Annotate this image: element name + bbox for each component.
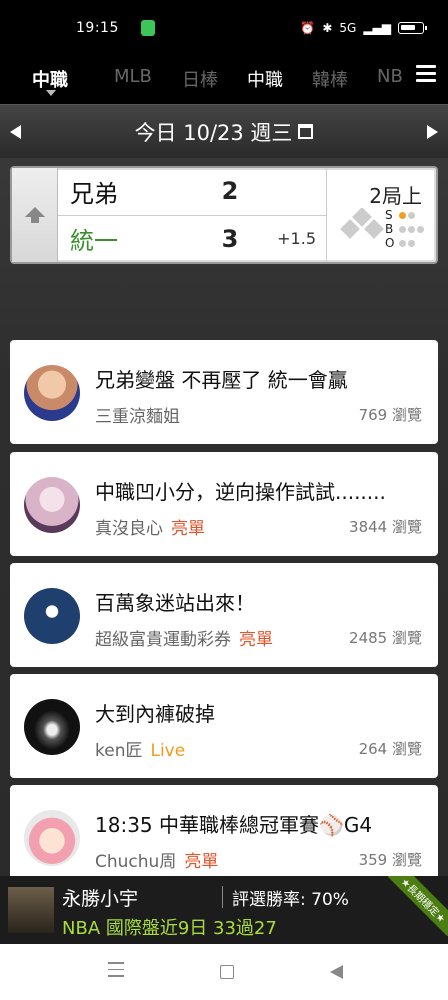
strike-dot-icon — [399, 211, 406, 219]
date-bar: 今日 10/23 週三 — [0, 104, 448, 158]
app-notification-icon — [140, 20, 155, 36]
active-tab-caret-icon — [46, 90, 56, 96]
post-card[interactable]: 兄弟變盤 不再壓了 統一會贏 三重涼麵姐 769 瀏覽 — [10, 340, 438, 444]
sbo-count: S B O — [385, 208, 424, 250]
tab-cpbl[interactable]: 中職 — [32, 66, 68, 92]
post-author[interactable]: 三重涼麵姐 — [95, 402, 180, 427]
status-time: 19:15 — [76, 20, 119, 36]
post-title: 大到內褲破掉 — [95, 702, 215, 726]
away-team-row: 兄弟 2 — [58, 168, 326, 215]
out-label: O — [385, 236, 395, 250]
menu-icon[interactable] — [416, 65, 436, 85]
alarm-icon: ⏰ — [300, 21, 316, 35]
pin-up-icon — [24, 207, 45, 223]
bluetooth-icon: ✱ — [322, 21, 333, 35]
tab-mlb[interactable]: MLB — [114, 66, 152, 87]
post-author[interactable]: 超級富貴運動彩券 亮單 — [95, 625, 273, 650]
post-author[interactable]: ken匠 Live — [95, 736, 185, 761]
tab-npb[interactable]: 日棒 — [182, 66, 218, 92]
post-author[interactable]: Chuchu周 亮單 — [95, 847, 218, 872]
home-team-name: 統一 — [70, 227, 118, 256]
post-title: 百萬象迷站出來！ — [95, 591, 255, 615]
system-nav-bar — [0, 944, 448, 1000]
post-views: 359 瀏覽 — [358, 851, 422, 869]
handicap-line: +1.5 — [277, 229, 316, 249]
post-card[interactable]: 18:35 中華職棒總冠軍賽⚾G4 Chuchu周 亮單 359 瀏覽 — [10, 785, 438, 889]
post-card[interactable]: 中職凹小分，逆向操作試試........ 真沒良心 亮單 3844 瀏覽 — [10, 452, 438, 556]
tab-kbo[interactable]: 韓棒 — [312, 66, 348, 92]
tab-cpbl-2[interactable]: 中職 — [247, 66, 283, 92]
expert-win-rate: 評選勝率: 70% — [232, 890, 349, 910]
post-card[interactable]: 大到內褲破掉 ken匠 Live 264 瀏覽 — [10, 674, 438, 778]
post-views: 2485 瀏覽 — [349, 629, 422, 647]
strike-label: S — [385, 208, 393, 222]
signal-icon: ▂▄▆ — [363, 21, 391, 35]
avatar[interactable] — [8, 887, 54, 933]
ball-dot-icon — [417, 225, 424, 233]
game-status: 2局上 S B O — [326, 168, 436, 262]
next-day-arrow-icon[interactable] — [427, 125, 438, 139]
stable-ribbon: ★長期穩定★ — [388, 876, 448, 936]
post-tag: 亮單 — [184, 852, 219, 872]
expert-name: 永勝小宇 — [62, 888, 139, 910]
out-dot-icon — [399, 239, 406, 247]
post-tag: Live — [150, 741, 186, 761]
game-scorecard[interactable]: 兄弟 2 統一 3 +1.5 2局上 S B O — [10, 166, 438, 264]
bases-diamond-icon — [339, 207, 385, 254]
ball-dot-icon — [408, 225, 415, 233]
strike-dot-icon — [408, 211, 415, 219]
ball-label: B — [385, 222, 394, 236]
home-icon[interactable] — [220, 965, 234, 979]
network-label: 5G — [339, 21, 357, 35]
post-card[interactable]: 百萬象迷站出來！ 超級富貴運動彩券 亮單 2485 瀏覽 — [10, 563, 438, 667]
avatar[interactable] — [24, 477, 80, 533]
avatar[interactable] — [24, 365, 80, 421]
status-bar: 19:15 ⏰ ✱ 5G ▂▄▆ — [0, 0, 448, 56]
post-tag: 亮單 — [239, 630, 273, 650]
home-team-score: 3 — [221, 224, 239, 253]
home-team-row: 統一 3 +1.5 — [58, 214, 326, 263]
teams-block: 兄弟 2 統一 3 +1.5 — [58, 168, 326, 262]
battery-icon — [398, 22, 427, 34]
follow-button[interactable] — [12, 168, 58, 262]
post-views: 264 瀏覽 — [358, 740, 422, 758]
post-title: 兄弟變盤 不再壓了 統一會贏 — [95, 368, 348, 392]
prev-day-arrow-icon[interactable] — [10, 125, 21, 139]
league-tabs: 中職 MLB 日棒 中職 韓棒 NB — [0, 56, 448, 104]
post-views: 3844 瀏覽 — [349, 518, 422, 536]
away-team-score: 2 — [221, 177, 239, 206]
expert-banner[interactable]: 永勝小宇 評選勝率: 70% NBA 國際盤近9日 33過27 ★長期穩定★ — [0, 876, 448, 944]
date-label[interactable]: 今日 10/23 週三 — [135, 117, 293, 147]
calendar-icon[interactable] — [298, 124, 314, 139]
post-title: 18:35 中華職棒總冠軍賽⚾G4 — [95, 813, 373, 837]
back-icon[interactable] — [330, 965, 343, 979]
out-dot-icon — [408, 239, 415, 247]
status-icons: ⏰ ✱ 5G ▂▄▆ — [300, 21, 427, 35]
ball-dot-icon — [399, 225, 406, 233]
avatar[interactable] — [24, 810, 80, 866]
avatar[interactable] — [24, 699, 80, 755]
recent-apps-icon[interactable] — [108, 962, 124, 982]
tab-nba[interactable]: NB — [377, 66, 403, 87]
avatar[interactable] — [24, 588, 80, 644]
away-team-name: 兄弟 — [70, 179, 118, 208]
inning-label: 2局上 — [369, 184, 422, 208]
post-tag: 亮單 — [171, 519, 205, 539]
post-title: 中職凹小分，逆向操作試試........ — [95, 480, 386, 504]
post-author[interactable]: 真沒良心 亮單 — [95, 514, 205, 539]
post-views: 769 瀏覽 — [358, 406, 422, 424]
divider — [222, 886, 223, 908]
expert-record: NBA 國際盤近9日 33過27 — [62, 918, 277, 939]
